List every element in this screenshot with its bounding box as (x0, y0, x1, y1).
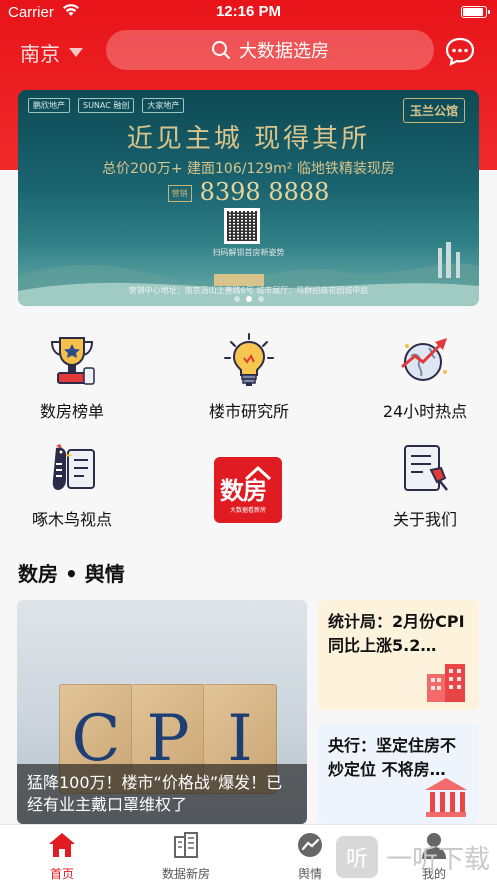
banner-partner-logo: 大家地产 (142, 98, 185, 113)
bank-icon (425, 778, 467, 817)
phone-number: 8398 8888 (199, 178, 330, 206)
search-bar[interactable]: 大数据选房 (106, 30, 434, 70)
menu-label: 24小时热点 (382, 402, 468, 421)
trophy-icon (50, 337, 95, 385)
news-card-side[interactable]: 央行：坚定住房不炒定位 不将房… (318, 724, 479, 824)
lightbulb-icon (224, 333, 274, 386)
carousel-dot[interactable] (257, 296, 264, 302)
battery-icon (461, 6, 490, 18)
banner-subtitle: 总价200万+ 建面106/129m² 临地铁精装现房 (102, 161, 395, 177)
top-nav: 南京 大数据选房 (0, 28, 497, 74)
news-card-caption: 猛降100万！楼市“价格战”爆发！已经有业主戴口罩维权了 (17, 764, 307, 824)
message-icon[interactable] (444, 36, 476, 66)
banner-title: 近见主城 现得其所 (126, 124, 371, 154)
search-icon (212, 41, 230, 59)
menu-item-hot-news[interactable]: 24小时热点 (360, 332, 490, 422)
watermark: 听 一听下载 (336, 836, 490, 878)
banner-address: 营销中心地址：南京汤山上善路6号 城市展厅：马群招商花园城中庭 (128, 286, 369, 295)
tab-data-new-homes[interactable]: 数据新房 (136, 831, 236, 882)
home-icon (49, 833, 75, 857)
watermark-logo: 听 (336, 836, 378, 878)
promo-banner[interactable]: 鹏欣地产 SUNAC 融创 大家地产 玉兰公馆 近见主城 现得其所 总价200万… (18, 90, 479, 306)
banner-phone: 营销 8398 8888 (18, 178, 479, 206)
status-bar: Carrier 12:16 PM (0, 0, 497, 26)
menu-label: 楼市研究所 (208, 402, 289, 421)
shufang-logo[interactable]: 数房 大数据看新房 (214, 457, 282, 523)
menu-item-about[interactable]: 关于我们 (360, 440, 490, 530)
globe-arrow-icon (401, 338, 447, 381)
search-placeholder: 大数据选房 (239, 41, 329, 62)
city-selector[interactable]: 南京 (20, 38, 83, 67)
tab-home[interactable]: 首页 (12, 831, 112, 882)
buildings-icon (174, 832, 198, 858)
chevron-down-icon (69, 48, 83, 57)
tab-label: 首页 (49, 867, 74, 881)
carousel-indicator[interactable] (18, 296, 479, 302)
clock: 12:16 PM (215, 3, 282, 20)
news-card-main[interactable]: C P I 猛降100万！楼市“价格战”爆发！已经有业主戴口罩维权了 (17, 600, 307, 824)
menu-label: 关于我们 (392, 510, 457, 529)
news-card-side[interactable]: 统计局：2月份CPI同比上涨5.2… (318, 600, 479, 710)
menu-item-woodpecker[interactable]: 啄木鸟视点 (7, 440, 137, 530)
banner-partner-logo: 鹏欣地产 (28, 98, 70, 113)
news-card-title: 统计局：2月份CPI同比上涨5.2… (328, 612, 465, 655)
document-pin-icon (404, 445, 448, 491)
logo-subtitle: 大数据看新房 (229, 507, 266, 514)
menu-label: 啄木鸟视点 (31, 510, 112, 529)
woodpecker-icon (52, 444, 95, 490)
banner-partner-logo: SUNAC 融创 (78, 98, 135, 113)
section-title: 数房 • 舆情 (18, 562, 125, 586)
phone-badge: 营销 (167, 185, 192, 202)
carousel-dot[interactable] (245, 296, 252, 302)
carousel-dot[interactable] (233, 296, 240, 302)
menu-item-ranking[interactable]: 数房榜单 (7, 332, 137, 422)
logo-text: 数房 (220, 477, 267, 505)
city-label: 南京 (20, 42, 60, 66)
banner-partner-logos: 鹏欣地产 SUNAC 融创 大家地产 (28, 98, 185, 113)
menu-item-research[interactable]: 楼市研究所 (184, 332, 314, 422)
menu-label: 数房榜单 (39, 402, 104, 421)
watermark-text: 一听下载 (386, 844, 491, 875)
building-chart-icon (427, 664, 465, 702)
trend-icon (298, 833, 322, 857)
tab-label: 数据新房 (161, 867, 210, 881)
